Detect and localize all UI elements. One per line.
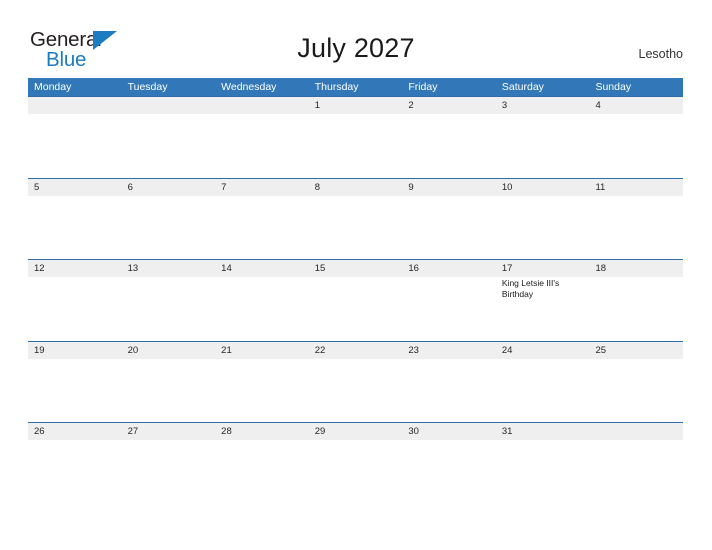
day-cell[interactable] — [309, 440, 403, 504]
day-number[interactable]: 13 — [122, 260, 216, 277]
weekday-header-monday: Monday — [34, 81, 72, 93]
day-number[interactable]: 25 — [589, 342, 683, 359]
day-number[interactable]: 18 — [589, 260, 683, 277]
page-title: July 2027 — [297, 33, 415, 63]
week-event-area — [28, 114, 683, 178]
day-cell[interactable] — [402, 196, 496, 260]
week-row: 19 20 21 22 23 24 25 — [28, 340, 683, 423]
week-event-area — [28, 195, 683, 260]
week-event-area — [28, 358, 683, 423]
day-cell[interactable] — [122, 196, 216, 260]
day-number[interactable]: 29 — [309, 423, 403, 440]
day-cell[interactable] — [309, 359, 403, 423]
day-number[interactable]: 5 — [28, 179, 122, 196]
week-date-band: 5 6 7 8 9 10 11 — [28, 178, 683, 196]
day-cell[interactable] — [28, 196, 122, 260]
week-event-area: King Letsie III's Birthday — [28, 277, 683, 341]
week-date-band: 1 2 3 4 — [28, 97, 683, 114]
day-number[interactable]: 12 — [28, 260, 122, 277]
day-number[interactable]: 9 — [402, 179, 496, 196]
day-number[interactable]: 4 — [589, 97, 683, 114]
week-date-band: 26 27 28 29 30 31 — [28, 423, 683, 440]
day-cell[interactable] — [589, 440, 683, 504]
day-cell[interactable] — [122, 440, 216, 504]
day-cell[interactable] — [496, 196, 590, 260]
week-date-band: 19 20 21 22 23 24 25 — [28, 341, 683, 359]
calendar-grid: Monday Tuesday Wednesday Thursday Friday… — [28, 78, 683, 504]
weekday-header-wednesday: Wednesday — [221, 81, 277, 93]
day-cell[interactable] — [215, 196, 309, 260]
day-cell[interactable] — [589, 359, 683, 423]
weekday-header-sunday: Sunday — [595, 81, 632, 93]
day-number[interactable] — [215, 97, 309, 114]
day-number[interactable]: 1 — [309, 97, 403, 114]
day-number[interactable] — [28, 97, 122, 114]
day-number[interactable]: 14 — [215, 260, 309, 277]
weekday-header-saturday: Saturday — [501, 81, 544, 93]
day-number[interactable]: 17 — [496, 260, 590, 277]
day-cell[interactable] — [122, 277, 216, 341]
day-number[interactable]: 21 — [215, 342, 309, 359]
day-cell[interactable] — [496, 114, 590, 178]
day-number[interactable]: 6 — [122, 179, 216, 196]
weekday-header-thursday: Thursday — [314, 81, 359, 93]
day-number[interactable]: 19 — [28, 342, 122, 359]
day-number[interactable]: 27 — [122, 423, 216, 440]
week-row: 5 6 7 8 9 10 11 — [28, 177, 683, 260]
week-date-band: 12 13 14 15 16 17 18 — [28, 260, 683, 277]
day-cell[interactable] — [402, 277, 496, 341]
day-number[interactable]: 31 — [496, 423, 590, 440]
day-number[interactable]: 11 — [589, 179, 683, 196]
day-number[interactable]: 28 — [215, 423, 309, 440]
day-cell[interactable] — [496, 359, 590, 423]
day-number[interactable]: 23 — [402, 342, 496, 359]
day-number[interactable]: 3 — [496, 97, 590, 114]
day-number[interactable]: 8 — [309, 179, 403, 196]
day-cell[interactable] — [122, 114, 216, 178]
day-cell[interactable] — [28, 440, 122, 504]
day-cell[interactable] — [309, 114, 403, 178]
event-label[interactable]: King Letsie III's Birthday — [502, 278, 585, 299]
day-cell[interactable] — [28, 114, 122, 178]
day-cell[interactable]: King Letsie III's Birthday — [496, 277, 590, 341]
day-cell[interactable] — [309, 196, 403, 260]
week-event-area — [28, 440, 683, 504]
day-number[interactable]: 15 — [309, 260, 403, 277]
week-row: 1 2 3 4 — [28, 96, 683, 178]
day-number[interactable]: 26 — [28, 423, 122, 440]
weekday-header-tuesday: Tuesday — [127, 81, 168, 93]
page-header: General Blue July 2027 Lesotho — [0, 0, 712, 76]
week-row: 26 27 28 29 30 31 — [28, 422, 683, 504]
day-number[interactable]: 24 — [496, 342, 590, 359]
day-number[interactable]: 16 — [402, 260, 496, 277]
day-cell[interactable] — [28, 359, 122, 423]
day-number[interactable]: 7 — [215, 179, 309, 196]
day-cell[interactable] — [402, 359, 496, 423]
day-cell[interactable] — [402, 114, 496, 178]
day-number[interactable]: 22 — [309, 342, 403, 359]
day-number[interactable] — [122, 97, 216, 114]
day-cell[interactable] — [28, 277, 122, 341]
day-cell[interactable] — [589, 114, 683, 178]
day-number[interactable]: 20 — [122, 342, 216, 359]
day-cell[interactable] — [122, 359, 216, 423]
day-cell[interactable] — [215, 359, 309, 423]
day-number[interactable]: 2 — [402, 97, 496, 114]
day-cell[interactable] — [215, 440, 309, 504]
day-cell[interactable] — [496, 440, 590, 504]
country-label: Lesotho — [638, 47, 683, 61]
weekday-header-row: Monday Tuesday Wednesday Thursday Friday… — [28, 78, 683, 96]
day-cell[interactable] — [215, 114, 309, 178]
calendar-page: General Blue July 2027 Lesotho Monday Tu… — [0, 0, 712, 550]
weekday-header-friday: Friday — [408, 81, 438, 93]
day-number[interactable] — [589, 423, 683, 440]
day-cell[interactable] — [402, 440, 496, 504]
day-cell[interactable] — [589, 196, 683, 260]
day-number[interactable]: 10 — [496, 179, 590, 196]
day-cell[interactable] — [309, 277, 403, 341]
day-cell[interactable] — [589, 277, 683, 341]
day-cell[interactable] — [215, 277, 309, 341]
day-number[interactable]: 30 — [402, 423, 496, 440]
week-row: 12 13 14 15 16 17 18 King Letsie III's B… — [28, 259, 683, 341]
